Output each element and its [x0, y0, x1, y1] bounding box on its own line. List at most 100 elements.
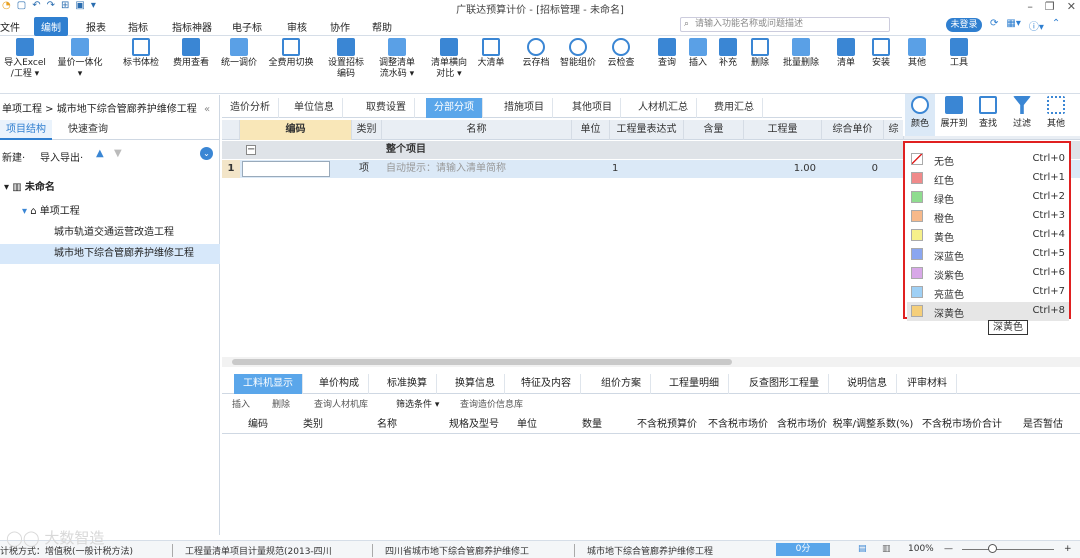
tab-unit-info[interactable]: 单位信息 [286, 98, 343, 118]
other-button[interactable]: 其他 [1041, 94, 1071, 129]
query-button[interactable]: 查询 [654, 38, 680, 69]
menu-ebid[interactable]: 电子标 [232, 19, 262, 34]
col-name[interactable]: 名称 [382, 120, 572, 140]
color-option-orange[interactable]: 橙色 Ctrl+3 [907, 207, 1069, 226]
delete-link[interactable]: 删除 [272, 397, 290, 410]
color-option-red[interactable]: 红色 Ctrl+1 [907, 169, 1069, 188]
settings-icon[interactable]: ⌄ [200, 147, 213, 160]
zoom-out-icon[interactable]: — [944, 544, 953, 554]
expand-icon[interactable]: ▾ [4, 182, 9, 193]
menu-index[interactable]: 指标 [128, 19, 148, 34]
col-market-price[interactable]: 不含税市场价 [704, 416, 772, 434]
col-quantity[interactable]: 工程量 [744, 120, 822, 140]
color-option-bright-blue[interactable]: 亮蓝色 Ctrl+7 [907, 283, 1069, 302]
col-code[interactable]: 编码 [240, 120, 352, 140]
zoom-slider[interactable] [962, 549, 1054, 550]
col-amount[interactable]: 数量 [572, 416, 612, 434]
tab-pricing-plan[interactable]: 组价方案 [592, 374, 651, 394]
cloud-check-button[interactable]: 云检查 [603, 38, 639, 69]
tab-conversion-info[interactable]: 换算信息 [446, 374, 505, 394]
new-button[interactable]: 新建· [2, 149, 25, 164]
login-button[interactable]: 未登录 [946, 18, 982, 32]
cell-unit-price[interactable]: 0 [822, 160, 878, 178]
tab-review-materials[interactable]: 评审材料 [898, 374, 957, 394]
find-button[interactable]: 查找 [973, 94, 1003, 129]
minimize-icon[interactable]: – [1027, 0, 1033, 13]
tree-item-root[interactable]: ▾ ▥ 未命名 [0, 178, 220, 198]
col-unit[interactable]: 单位 [512, 416, 542, 434]
cell-type[interactable]: 项 [359, 160, 369, 178]
cell-name[interactable]: 自动提示：请输入清单简称 [386, 160, 506, 178]
cell-expression[interactable]: 1 [612, 160, 618, 178]
insert-button[interactable]: 插入 [686, 38, 710, 69]
columns-icon[interactable]: ▥ [882, 544, 891, 554]
tab-sections[interactable]: 分部分项 [426, 98, 483, 118]
col-tax-market-price[interactable]: 含税市场价 [774, 416, 830, 434]
scroll-thumb[interactable] [232, 359, 732, 365]
col-content[interactable]: 含量 [684, 120, 744, 140]
code-button[interactable]: 设置招标 编码 [322, 38, 370, 80]
tree-item-single-project[interactable]: ▾ ⌂ 单项工程 [0, 202, 220, 222]
color-option-dark-blue[interactable]: 深蓝色 Ctrl+5 [907, 245, 1069, 264]
integration-button[interactable]: 量价一体化 ▾ [52, 38, 108, 80]
delete-button[interactable]: 删除 [748, 38, 772, 69]
restore-icon[interactable]: ❐ [1045, 0, 1055, 13]
menu-help[interactable]: 帮助 [372, 19, 392, 34]
import-export-button[interactable]: 导入导出· [40, 149, 83, 164]
tab-fee-settings[interactable]: 取费设置 [358, 98, 415, 118]
menu-report[interactable]: 报表 [86, 19, 106, 34]
score-badge[interactable]: 0分 [776, 543, 830, 556]
collapse-icon[interactable]: « [204, 104, 210, 115]
tab-measures[interactable]: 措施项目 [496, 98, 553, 118]
search-input[interactable]: ⌕ 请输入功能名称或问题描述 [680, 17, 890, 32]
color-button[interactable]: 颜色 [905, 94, 935, 136]
zoom-slider-handle[interactable] [988, 544, 997, 553]
menu-edit[interactable]: 编制 [34, 17, 68, 36]
import-excel-button[interactable]: 导入Excel /工程 ▾ [2, 38, 48, 80]
color-option-light-purple[interactable]: 淡紫色 Ctrl+6 [907, 264, 1069, 283]
color-option-none[interactable]: 无色 Ctrl+0 [907, 150, 1069, 169]
tool-button[interactable]: 工具 [946, 38, 972, 69]
tab-project-structure[interactable]: 项目结构 [0, 120, 52, 140]
smart-price-button[interactable]: 智能组价 [556, 38, 600, 69]
col-code[interactable]: 编码 [238, 416, 278, 434]
col-more[interactable]: 综 [884, 120, 904, 140]
menu-file[interactable]: 文件 [0, 19, 20, 34]
code-input[interactable] [242, 161, 330, 177]
menu-collab[interactable]: 协作 [330, 19, 350, 34]
grid-icon[interactable]: ▦▾ [1006, 18, 1020, 33]
col-type[interactable]: 类别 [352, 120, 382, 140]
flow-code-button[interactable]: 调整清单 流水码 ▾ [372, 38, 422, 80]
cell-quantity[interactable]: 1.00 [744, 160, 816, 178]
close-icon[interactable]: ✕ [1067, 0, 1076, 13]
query-price-info-link[interactable]: 查询造价信息库 [460, 397, 523, 410]
col-budget-price[interactable]: 不含税预算价 [632, 416, 702, 434]
menu-review[interactable]: 审核 [287, 19, 307, 34]
list-button[interactable]: 清单 [834, 38, 858, 69]
filter-button[interactable]: 过滤 [1007, 94, 1037, 129]
cell-name[interactable]: 整个项目 [386, 141, 426, 159]
info-icon[interactable]: ⓘ▾ [1029, 18, 1044, 33]
tab-materials-summary[interactable]: 人材机汇总 [630, 98, 697, 118]
arrow-down-icon[interactable]: ▼ [114, 148, 122, 159]
expand-to-button[interactable]: 展开到 [939, 94, 969, 129]
tab-quantity-detail[interactable]: 工程量明细 [660, 374, 729, 394]
insert-link[interactable]: 插入 [232, 397, 250, 410]
view-mode-icon[interactable]: ▤ [858, 544, 867, 554]
switch-button[interactable]: 全费用切换 [264, 38, 318, 69]
query-material-link[interactable]: 查询人材机库 [314, 397, 368, 410]
sync-icon[interactable]: ⟳ [990, 18, 998, 33]
arrow-up-icon[interactable]: ▲ [96, 148, 104, 159]
compare-button[interactable]: 清单横向 对比 ▾ [426, 38, 472, 80]
other-button[interactable]: 其他 [904, 38, 930, 69]
col-unit-price[interactable]: 综合单价 [822, 120, 884, 140]
col-name[interactable]: 名称 [362, 416, 412, 434]
install-button[interactable]: 安装 [868, 38, 894, 69]
color-option-green[interactable]: 绿色 Ctrl+2 [907, 188, 1069, 207]
supplement-button[interactable]: 补充 [716, 38, 740, 69]
fee-view-button[interactable]: 费用查看 [168, 38, 214, 69]
col-unit[interactable]: 单位 [572, 120, 610, 140]
color-option-yellow[interactable]: 黄色 Ctrl+4 [907, 226, 1069, 245]
color-option-dark-yellow[interactable]: 深黄色 Ctrl+8 [907, 302, 1069, 321]
horizontal-scrollbar[interactable] [222, 357, 1080, 367]
